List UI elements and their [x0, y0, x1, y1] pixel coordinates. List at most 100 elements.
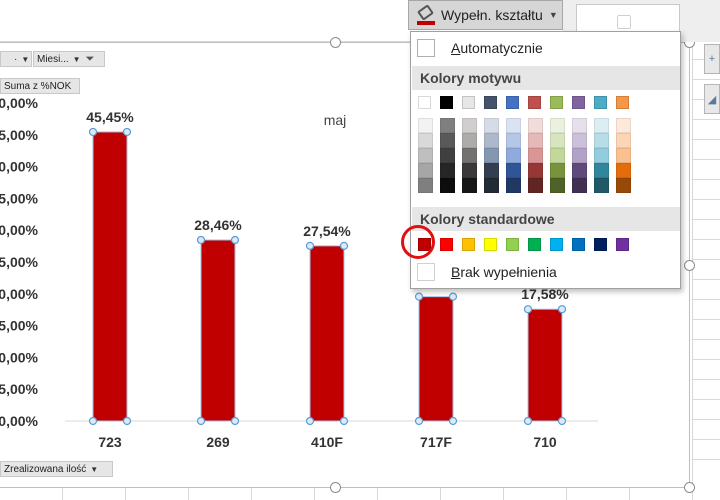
bar-selection-handle[interactable] [88, 127, 98, 137]
resize-handle-bottom-right[interactable] [684, 482, 695, 493]
resize-handle-right[interactable] [684, 260, 695, 271]
bar-selection-handle[interactable] [414, 292, 424, 301]
resize-handle-bottom[interactable] [330, 482, 341, 493]
bar-selection-handle[interactable] [448, 292, 458, 301]
theme-tint-swatch[interactable] [484, 133, 499, 148]
value-field-button[interactable]: Suma z %NOK [0, 78, 80, 94]
theme-tint-swatch[interactable] [506, 178, 521, 193]
theme-tint-swatch[interactable] [594, 163, 609, 178]
theme-tint-swatch[interactable] [550, 163, 565, 178]
bar-selection-handle[interactable] [339, 241, 349, 250]
bar-selection-handle[interactable] [448, 416, 458, 426]
bar-selection-handle[interactable] [230, 416, 240, 426]
theme-tint-swatch[interactable] [594, 148, 609, 163]
theme-color-swatch[interactable] [550, 96, 563, 109]
bar-selection-handle[interactable] [557, 416, 567, 426]
theme-tint-swatch[interactable] [506, 148, 521, 163]
theme-color-swatch[interactable] [462, 96, 475, 109]
theme-tint-swatch[interactable] [594, 133, 609, 148]
theme-tint-swatch[interactable] [418, 178, 433, 193]
theme-tint-swatch[interactable] [616, 148, 631, 163]
theme-tint-swatch[interactable] [572, 133, 587, 148]
theme-tint-swatch[interactable] [462, 118, 477, 133]
bar-selection-handle[interactable] [523, 416, 533, 426]
standard-color-swatch[interactable] [528, 238, 541, 251]
bar[interactable] [309, 245, 345, 422]
theme-tint-swatch[interactable] [418, 118, 433, 133]
theme-color-swatch[interactable] [594, 96, 607, 109]
axis-field-button[interactable]: Zrealizowana ilość ▼ [0, 461, 113, 477]
bar[interactable] [418, 296, 454, 422]
theme-tint-swatch[interactable] [418, 163, 433, 178]
standard-color-swatch[interactable] [572, 238, 585, 251]
theme-tint-swatch[interactable] [594, 118, 609, 133]
theme-tint-swatch[interactable] [528, 148, 543, 163]
bar-selection-handle[interactable] [557, 305, 567, 314]
theme-color-swatch[interactable] [572, 96, 585, 109]
theme-tint-swatch[interactable] [550, 133, 565, 148]
bar-selection-handle[interactable] [88, 416, 98, 426]
theme-tint-swatch[interactable] [616, 178, 631, 193]
bar-selection-handle[interactable] [305, 416, 315, 426]
standard-color-swatch[interactable] [506, 238, 519, 251]
theme-color-swatch[interactable] [506, 96, 519, 109]
theme-tint-swatch[interactable] [506, 163, 521, 178]
theme-tint-swatch[interactable] [572, 118, 587, 133]
theme-tint-swatch[interactable] [572, 178, 587, 193]
theme-tint-swatch[interactable] [616, 163, 631, 178]
theme-tint-swatch[interactable] [418, 148, 433, 163]
standard-color-swatch[interactable] [440, 238, 453, 251]
no-fill-option[interactable]: Brak wypełnienia [417, 261, 557, 283]
shape-fill-button[interactable]: Wypełn. kształtu ▼ [408, 0, 563, 30]
theme-tint-swatch[interactable] [440, 148, 455, 163]
theme-tint-swatch[interactable] [550, 118, 565, 133]
theme-tint-swatch[interactable] [462, 148, 477, 163]
theme-color-swatch[interactable] [440, 96, 453, 109]
theme-tint-swatch[interactable] [616, 118, 631, 133]
theme-tint-swatch[interactable] [484, 178, 499, 193]
theme-tint-swatch[interactable] [484, 148, 499, 163]
theme-tint-swatch[interactable] [550, 148, 565, 163]
theme-tint-swatch[interactable] [462, 178, 477, 193]
theme-color-swatch[interactable] [418, 96, 431, 109]
theme-tint-swatch[interactable] [550, 178, 565, 193]
bar-selection-handle[interactable] [196, 235, 206, 245]
bar[interactable] [92, 131, 128, 422]
theme-tint-swatch[interactable] [528, 178, 543, 193]
standard-color-swatch[interactable] [616, 238, 629, 251]
field-filter-button-month[interactable]: Miesi... ▼ ⏷ [33, 51, 105, 67]
bar-selection-handle[interactable] [339, 416, 349, 426]
chart-styles-button[interactable]: ◢ [704, 84, 720, 114]
theme-tint-swatch[interactable] [440, 178, 455, 193]
theme-color-swatch[interactable] [484, 96, 497, 109]
bar[interactable] [200, 239, 236, 422]
theme-tint-swatch[interactable] [484, 118, 499, 133]
theme-tint-swatch[interactable] [528, 163, 543, 178]
theme-tint-swatch[interactable] [506, 133, 521, 148]
theme-tint-swatch[interactable] [440, 118, 455, 133]
theme-tint-swatch[interactable] [594, 178, 609, 193]
bar[interactable] [527, 308, 563, 422]
bar-selection-handle[interactable] [122, 127, 132, 137]
chart-elements-button[interactable]: + [704, 44, 720, 74]
theme-tint-swatch[interactable] [572, 163, 587, 178]
field-filter-button-1[interactable]: · ▼ [0, 51, 32, 67]
bar-selection-handle[interactable] [414, 416, 424, 426]
bar-selection-handle[interactable] [230, 235, 240, 245]
resize-handle-top[interactable] [330, 37, 341, 48]
theme-tint-swatch[interactable] [440, 133, 455, 148]
theme-color-swatch[interactable] [528, 96, 541, 109]
bar-selection-handle[interactable] [196, 416, 206, 426]
bar-selection-handle[interactable] [122, 416, 132, 426]
theme-tint-swatch[interactable] [528, 118, 543, 133]
theme-color-swatch[interactable] [616, 96, 629, 109]
theme-tint-swatch[interactable] [616, 133, 631, 148]
automatic-color-option[interactable]: Automatycznie [417, 37, 543, 59]
bar-selection-handle[interactable] [305, 241, 315, 250]
theme-tint-swatch[interactable] [418, 133, 433, 148]
theme-tint-swatch[interactable] [462, 163, 477, 178]
standard-color-swatch[interactable] [484, 238, 497, 251]
theme-tint-swatch[interactable] [440, 163, 455, 178]
standard-color-swatch[interactable] [550, 238, 563, 251]
bar-selection-handle[interactable] [523, 305, 533, 314]
